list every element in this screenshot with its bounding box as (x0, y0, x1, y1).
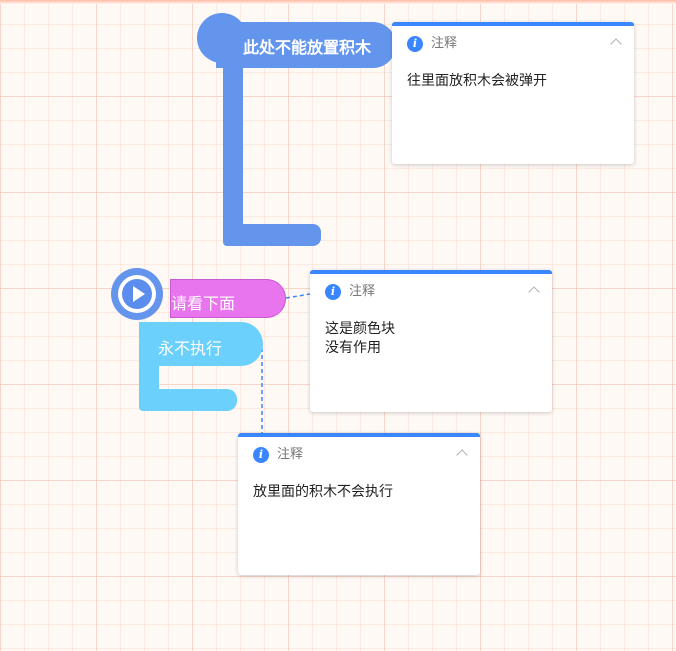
info-icon: i (253, 447, 269, 463)
chevron-up-icon[interactable] (528, 286, 540, 298)
comment-text-line: 这是颜色块 (325, 321, 395, 337)
c-block-foot (223, 224, 321, 246)
comment-body[interactable]: 往里面放积木会被弹开 (407, 72, 622, 91)
comment-card[interactable]: i 注释 往里面放积木会被弹开 (392, 22, 634, 164)
comment-card[interactable]: i 注释 放里面的积木不会执行 (238, 433, 480, 575)
play-icon (133, 286, 145, 302)
chevron-up-icon[interactable] (610, 38, 622, 50)
comment-title: 注释 (349, 284, 376, 299)
comment-header[interactable]: i 注释 (310, 274, 552, 310)
comment-header[interactable]: i 注释 (392, 26, 634, 62)
color-block-label: 请看下面 (171, 294, 236, 313)
c-block-label: 此处不能放置积木 (243, 38, 372, 57)
c-block-stem (223, 50, 243, 245)
comment-body[interactable]: 这是颜色块 没有作用 (325, 320, 540, 358)
info-icon: i (325, 284, 341, 300)
comment-link-color-block (285, 293, 311, 299)
comment-body[interactable]: 放里面的积木不会执行 (253, 483, 468, 502)
never-block-label: 永不执行 (158, 339, 223, 358)
info-icon: i (407, 36, 423, 52)
c-block-cap[interactable] (197, 13, 247, 63)
never-block-foot (139, 389, 237, 411)
comment-title: 注释 (277, 447, 304, 462)
comment-card[interactable]: i 注释 这是颜色块 没有作用 (310, 270, 552, 412)
comment-header[interactable]: i 注释 (238, 437, 480, 473)
comment-text-line: 往里面放积木会被弹开 (407, 73, 547, 89)
comment-title: 注释 (431, 36, 458, 51)
comment-text-line: 没有作用 (325, 340, 381, 356)
chevron-up-icon[interactable] (456, 449, 468, 461)
comment-text-line: 放里面的积木不会执行 (253, 484, 393, 500)
